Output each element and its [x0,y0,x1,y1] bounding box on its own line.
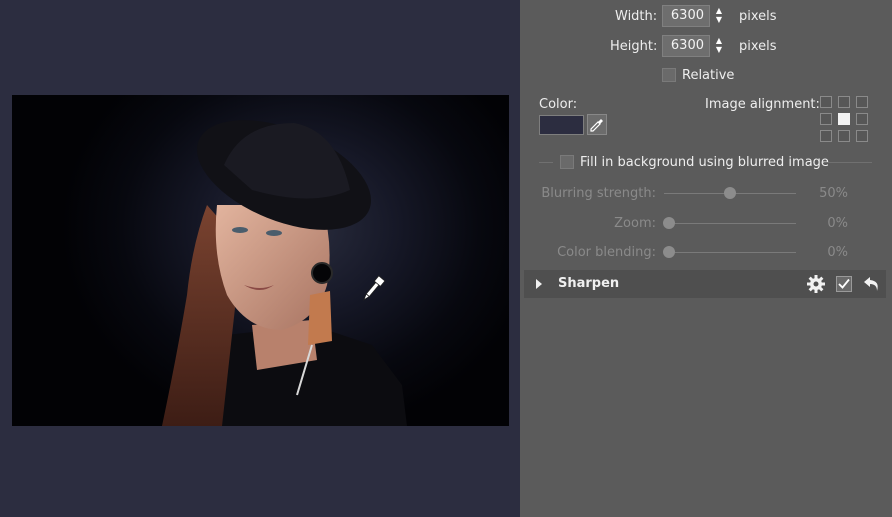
width-unit: pixels [739,9,777,24]
settings-panel: Width: 6300 ▲ ▼ pixels Height: 6300 ▲ ▼ pi… [520,0,892,517]
canvas-area [0,0,520,517]
width-input[interactable]: 6300 [662,5,710,27]
color-blending-label: Color blending: [557,245,656,260]
fill-background-label: Fill in background using blurred image [580,155,829,170]
color-blending-track[interactable] [664,252,796,253]
checkmark-icon[interactable] [836,276,852,292]
height-unit: pixels [739,39,777,54]
color-picker-button[interactable] [587,114,607,135]
eyedropper-icon [590,118,603,132]
height-label: Height: [610,39,658,54]
height-spinbox[interactable]: 6300 ▲ ▼ [662,35,726,57]
color-blending-knob[interactable] [663,246,675,258]
zoom-value: 0% [827,216,848,231]
fill-divider-right [824,162,872,163]
align-middle-right[interactable] [856,113,868,125]
color-label: Color: [539,97,578,112]
align-top-right[interactable] [856,96,868,108]
sharpen-section-header[interactable]: Sharpen [524,270,886,298]
image-alignment-label: Image alignment: [705,97,820,112]
align-bottom-center[interactable] [838,130,850,142]
portrait-image [162,120,407,426]
zoom-track[interactable] [664,223,796,224]
height-input[interactable]: 6300 [662,35,710,57]
photo-preview[interactable] [12,95,509,426]
color-swatch[interactable] [539,115,584,135]
zoom-knob[interactable] [663,217,675,229]
width-spinbox[interactable]: 6300 ▲ ▼ [662,5,726,27]
align-top-center[interactable] [838,96,850,108]
alignment-grid [820,96,870,144]
width-label: Width: [615,9,658,24]
gear-icon[interactable] [806,274,826,294]
color-blending-value: 0% [827,245,848,260]
align-top-left[interactable] [820,96,832,108]
zoom-label: Zoom: [614,216,656,231]
blurring-strength-value: 50% [819,186,848,201]
align-middle-left[interactable] [820,113,832,125]
fill-background-checkbox[interactable] [560,155,574,169]
fill-divider-left [539,162,553,163]
align-center[interactable] [838,113,850,125]
undo-icon[interactable] [862,274,882,294]
blurring-strength-knob[interactable] [724,187,736,199]
sharpen-title: Sharpen [558,276,620,291]
relative-checkbox[interactable] [662,68,676,82]
align-bottom-right[interactable] [856,130,868,142]
height-stepper[interactable]: ▲ ▼ [714,36,724,56]
relative-label: Relative [682,68,735,83]
align-bottom-left[interactable] [820,130,832,142]
width-stepper[interactable]: ▲ ▼ [714,6,724,26]
expand-arrow-icon[interactable] [536,279,542,289]
blurring-strength-label: Blurring strength: [541,186,656,201]
